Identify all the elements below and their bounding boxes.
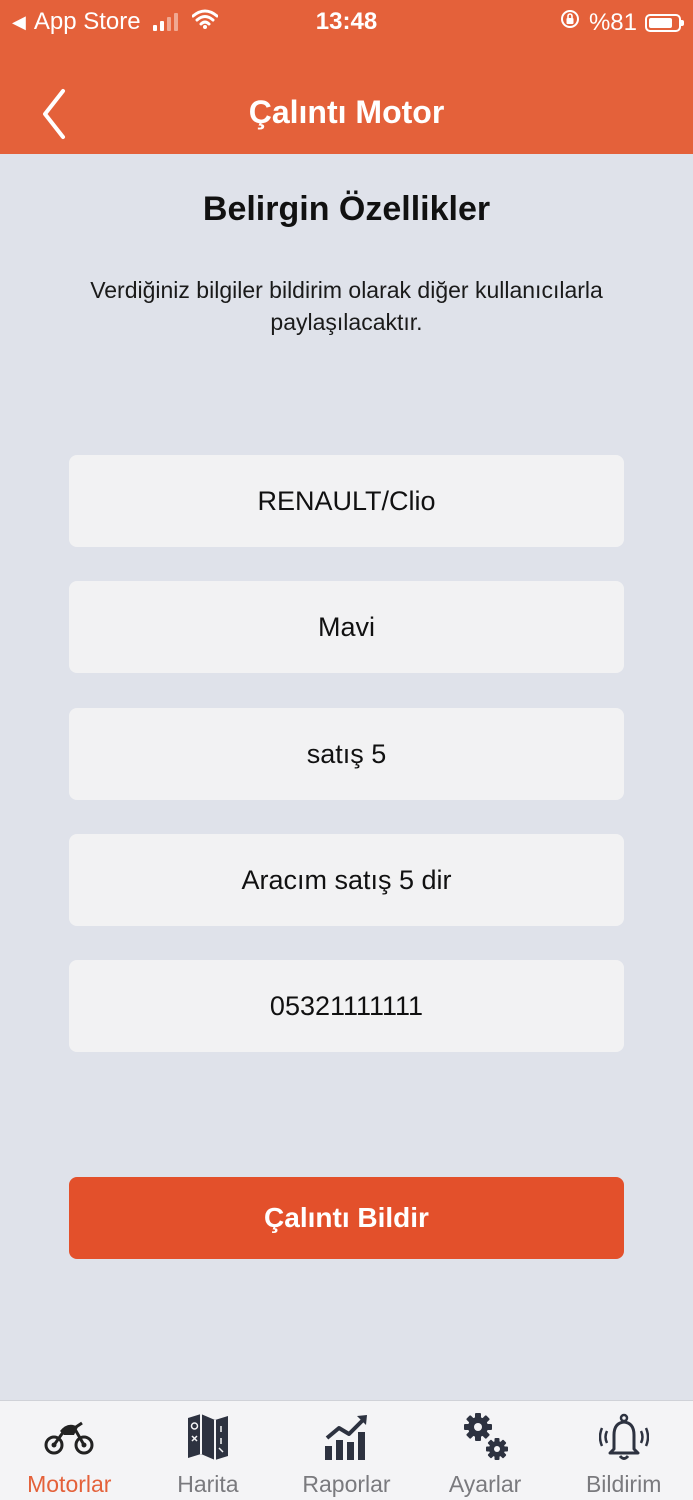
report-stolen-button[interactable]: Çalıntı Bildir (69, 1177, 624, 1259)
tab-label: Bildirim (585, 1471, 662, 1497)
app-root: ◀ App Store 13:48 %81 Çalıntı Motor Beli… (0, 0, 693, 1500)
color-field[interactable] (69, 581, 624, 673)
plate-field[interactable] (69, 708, 624, 800)
tab-motorlar[interactable]: Motorlar (0, 1401, 139, 1500)
tab-label: Motorlar (27, 1471, 112, 1497)
status-right: %81 (559, 8, 684, 37)
battery-icon (645, 13, 684, 32)
tab-label: Raporlar (302, 1471, 391, 1497)
orientation-lock-icon (559, 8, 581, 37)
tab-ayarlar[interactable]: Ayarlar (416, 1401, 555, 1500)
nav-bar: Çalıntı Motor (0, 70, 693, 154)
gears-icon (460, 1409, 510, 1465)
map-icon (185, 1409, 231, 1465)
description-text: Verdiğiniz bilgiler bildirim olarak diğe… (90, 277, 603, 335)
tab-bar: Motorlar Harita Raporlar Ayarlar Bildiri… (0, 1400, 693, 1500)
tab-raporlar[interactable]: Raporlar (277, 1401, 416, 1500)
bell-icon (598, 1409, 649, 1465)
chart-icon (321, 1409, 371, 1465)
tab-label: Harita (177, 1471, 239, 1497)
battery-percent: %81 (588, 8, 637, 36)
tab-label: Ayarlar (448, 1471, 522, 1497)
tab-harita[interactable]: Harita (139, 1401, 278, 1500)
section-title: Belirgin Özellikler (202, 190, 491, 228)
header: ◀ App Store 13:48 %81 Çalıntı Motor (0, 0, 693, 154)
page-title: Çalıntı Motor (248, 94, 445, 130)
motorcycle-icon (44, 1409, 94, 1465)
phone-field[interactable] (69, 960, 624, 1052)
brand-model-field[interactable] (69, 455, 624, 547)
tab-bildirim[interactable]: Bildirim (554, 1401, 693, 1500)
description-field[interactable] (69, 834, 624, 926)
status-bar: ◀ App Store 13:48 %81 (0, 0, 693, 44)
